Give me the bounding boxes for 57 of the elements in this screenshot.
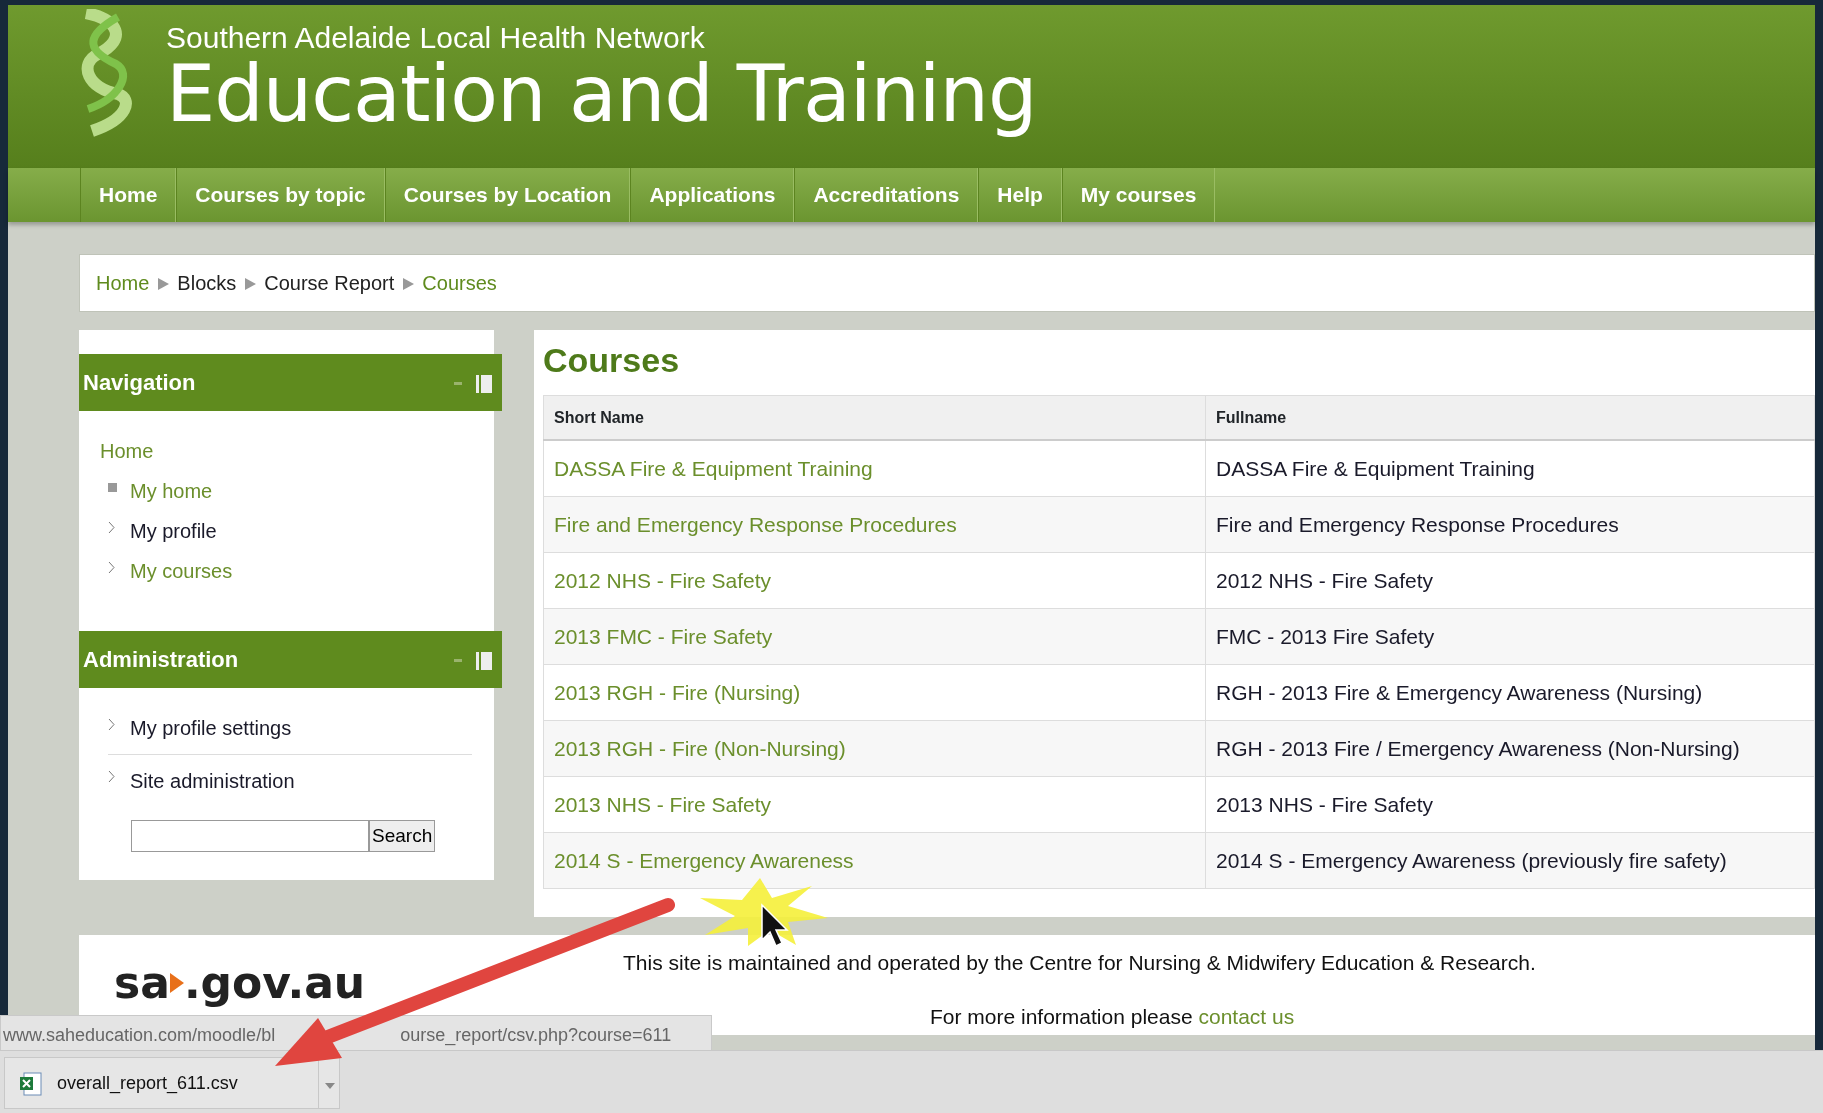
- search-button[interactable]: Search: [369, 820, 436, 852]
- nav-link[interactable]: Help: [978, 168, 1062, 222]
- breadcrumb-item[interactable]: Course Report: [264, 268, 395, 298]
- footer-text: For more information please: [930, 1004, 1194, 1028]
- page-heading: Courses: [543, 340, 681, 381]
- admin-link[interactable]: Site administration: [130, 765, 295, 796]
- table-cell: 2014 S - Emergency Awareness (previously fire safety): [1216, 848, 1727, 872]
- chevron-right-icon[interactable]: [108, 520, 116, 534]
- course-link[interactable]: 2013 NHS - Fire Safety: [554, 792, 772, 816]
- status-url: ourse_report/csv.php?course=611: [400, 1025, 672, 1045]
- nav-tree-link[interactable]: My courses: [130, 556, 233, 586]
- breadcrumb-link[interactable]: Home: [96, 268, 150, 298]
- nav-link[interactable]: Accreditations: [794, 168, 979, 222]
- chevron-right-icon[interactable]: [108, 560, 116, 574]
- course-link[interactable]: 2013 RGH - Fire (Nursing): [554, 680, 801, 704]
- nav-link[interactable]: Courses by Location: [384, 168, 631, 222]
- table-cell: 2012 NHS - Fire Safety: [1216, 568, 1434, 592]
- nav-link[interactable]: Home: [80, 168, 177, 222]
- course-link[interactable]: 2012 NHS - Fire Safety: [554, 568, 772, 592]
- table-cell: RGH - 2013 Fire & Emergency Awareness (Nursing): [1216, 680, 1703, 704]
- breadcrumb-link[interactable]: Courses: [422, 268, 497, 298]
- nav-link[interactable]: My courses: [1061, 168, 1216, 222]
- download-filename: overall_report_611.csv: [57, 1071, 238, 1096]
- block-title: Navigation: [83, 369, 197, 397]
- column-header: Short Name: [543, 395, 1206, 441]
- contact-link[interactable]: contact us: [1198, 1004, 1295, 1028]
- bullet-icon: [108, 482, 117, 492]
- course-link[interactable]: 2013 RGH - Fire (Non-Nursing): [554, 736, 846, 760]
- footer-text: This site is maintained and operated by the Centre for Nursing & Midwifery Education & Research.: [623, 949, 1536, 976]
- table-cell: Fire and Emergency Response Procedures: [1216, 512, 1619, 536]
- admin-link[interactable]: My profile settings: [130, 713, 292, 743]
- logo-text: sa: [114, 960, 170, 1005]
- site-subtitle: Southern Adelaide Local Health Network: [166, 23, 706, 53]
- block-title: Administration: [83, 646, 240, 674]
- spreadsheet-file-icon: [19, 1069, 43, 1097]
- breadcrumb-item[interactable]: Blocks: [177, 268, 237, 298]
- nav-tree-link[interactable]: My profile: [130, 516, 217, 546]
- search-field[interactable]: [131, 820, 369, 852]
- download-menu-caret[interactable]: [325, 1083, 335, 1089]
- course-link[interactable]: 2014 S - Emergency Awareness: [554, 848, 854, 872]
- chevron-right-icon[interactable]: [108, 717, 116, 731]
- column-header: Fullname: [1205, 395, 1815, 441]
- course-link[interactable]: 2013 FMC - Fire Safety: [554, 624, 773, 648]
- logo-text: .gov.au: [183, 960, 366, 1005]
- table-cell: 2013 NHS - Fire Safety: [1216, 792, 1434, 816]
- nav-tree-link[interactable]: My home: [130, 476, 213, 506]
- logo-triangle-icon: [169, 972, 184, 993]
- chevron-right-icon[interactable]: [108, 770, 116, 783]
- nav-tree-link[interactable]: Home: [100, 436, 154, 466]
- table-cell: DASSA Fire & Equipment Training: [1216, 456, 1535, 480]
- table-cell: RGH - 2013 Fire / Emergency Awareness (Non-Nursing): [1216, 736, 1740, 760]
- download-item[interactable]: overall_report_611.csv: [4, 1057, 340, 1109]
- status-url: www.saheducation.com/moodle/bl: [3, 1025, 276, 1045]
- nav-link[interactable]: Applications: [630, 168, 795, 222]
- nav-link[interactable]: Courses by topic: [176, 168, 385, 222]
- table-cell: FMC - 2013 Fire Safety: [1216, 624, 1435, 648]
- course-link[interactable]: DASSA Fire & Equipment Training: [554, 456, 873, 480]
